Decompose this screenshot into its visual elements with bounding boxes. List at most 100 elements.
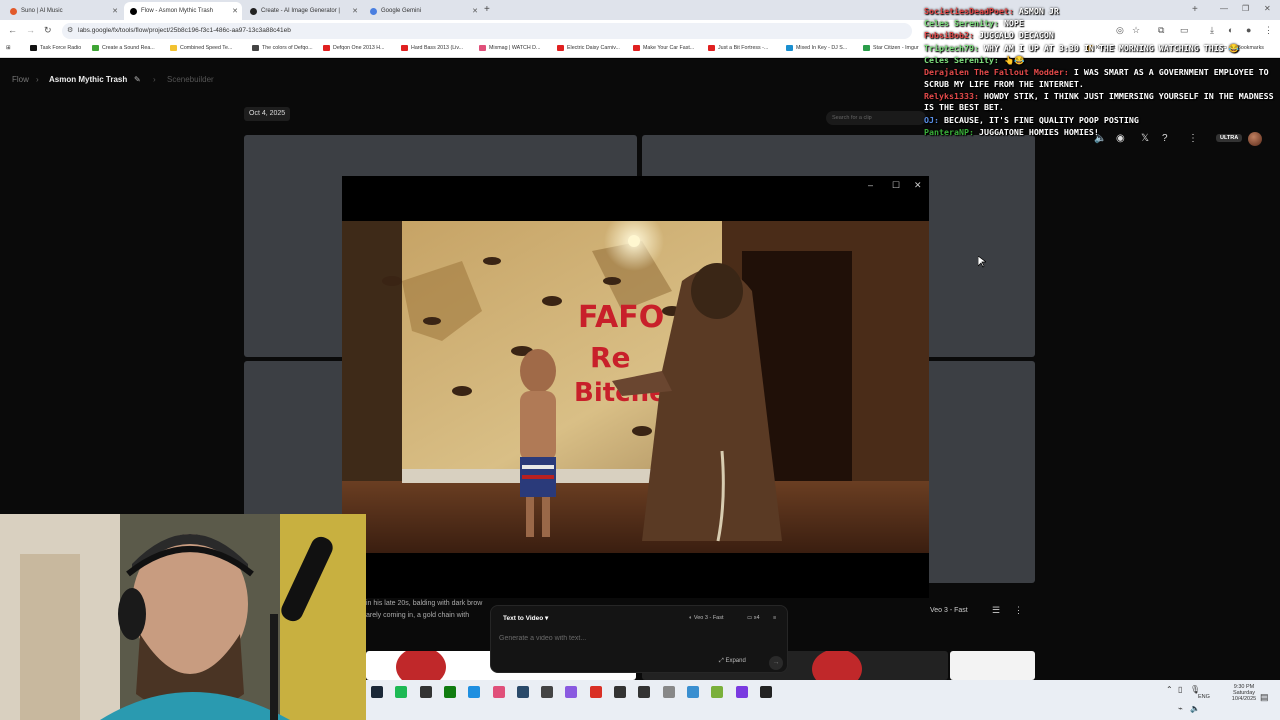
bookmark-label: Mixed In Key - DJ S... xyxy=(796,45,848,51)
bookmark-label: Electric Daisy Carniv... xyxy=(567,45,620,51)
maximize-icon[interactable]: ☐ xyxy=(892,180,900,191)
battery-icon[interactable]: ▯ xyxy=(1178,685,1182,694)
app-icon-3[interactable] xyxy=(419,686,432,698)
browser-tab[interactable]: Suno | AI Music ✕ xyxy=(4,2,122,20)
bookmark-item[interactable]: Electric Daisy Carniv... xyxy=(557,45,620,51)
close-icon[interactable]: ✕ xyxy=(112,7,118,15)
reload-icon[interactable]: ↻ xyxy=(44,25,52,36)
edge-icon[interactable] xyxy=(468,686,481,698)
close-icon[interactable]: ✕ xyxy=(232,7,238,15)
model-selector[interactable]: ◐ Veo 3 - Fast xyxy=(689,615,724,621)
mode-dropdown[interactable]: Text to Video ▾ xyxy=(503,614,548,622)
chat-message: Celes Serenity: Nope xyxy=(924,18,1276,30)
chat-text: Juggalo Decagon xyxy=(978,30,1054,41)
bookmark-item[interactable]: Mixed In Key - DJ S... xyxy=(786,45,847,51)
video-player-modal: – ☐ ✕ FAFO Re xyxy=(342,176,929,598)
bookmark-item[interactable]: Hard Bass 2013 (Liv... xyxy=(401,45,463,51)
language-indicator[interactable]: ENG xyxy=(1198,694,1210,700)
app-icon-6[interactable] xyxy=(492,686,505,698)
app-icon-14[interactable] xyxy=(686,686,699,698)
network-icon[interactable]: ⌁ xyxy=(1178,704,1183,713)
chat-message: SocietiesDeadPoet: Asmon Jr xyxy=(924,6,1276,18)
bookmark-item[interactable]: Mixmag | WATCH D... xyxy=(479,45,540,51)
tray-overflow-icon[interactable]: ⌃ xyxy=(1166,685,1173,694)
project-title[interactable]: Asmon Mythic Trash xyxy=(49,75,127,84)
bookmark-label: Task Force Radio xyxy=(40,45,82,51)
apps-icon[interactable]: ⊞ xyxy=(6,45,10,51)
spotify-icon[interactable] xyxy=(395,686,408,698)
app-icon-11[interactable] xyxy=(614,686,626,698)
chat-message: FubsiBob2: Juggalo Decagon xyxy=(924,30,1276,42)
bookmark-item[interactable]: Task Force Radio xyxy=(30,45,81,51)
clip-preview-figure xyxy=(812,651,862,680)
bookmark-favicon-icon xyxy=(170,45,177,51)
prompt-input[interactable] xyxy=(499,632,769,644)
steam-icon[interactable] xyxy=(371,686,383,698)
bookmark-label: Star Citizen - Imgur xyxy=(873,45,919,51)
app-icon-16[interactable] xyxy=(735,686,748,698)
tab-favicon-icon xyxy=(370,7,377,15)
output-count[interactable]: ▭ x4 xyxy=(747,615,760,621)
video-clip-thumbnail[interactable] xyxy=(950,651,1035,680)
browser-tab[interactable]: Create - AI Image Generator | ✕ xyxy=(244,2,362,20)
app-icon-7[interactable] xyxy=(516,686,529,698)
chat-text: Juggatone homies homies! xyxy=(978,126,1099,137)
chrome-icon[interactable] xyxy=(589,686,602,698)
bookmark-favicon-icon xyxy=(863,45,870,51)
list-view-icon[interactable]: ☰ xyxy=(992,605,1000,616)
app-icon-8[interactable] xyxy=(541,686,554,698)
send-arrow-icon[interactable]: → xyxy=(769,656,783,670)
bookmark-item[interactable]: Star Citizen - Imgur xyxy=(863,45,919,51)
chat-username: OJ: xyxy=(924,114,939,125)
edit-pencil-icon[interactable]: ✎ xyxy=(134,75,141,84)
notification-icon[interactable]: ▤ xyxy=(1260,692,1269,703)
app-icon-12[interactable] xyxy=(638,686,651,698)
bookmark-favicon-icon xyxy=(401,45,408,51)
bookmark-item[interactable]: Make Your Car Fast... xyxy=(633,45,694,51)
bookmark-item[interactable]: The colors of Defqo... xyxy=(252,45,313,51)
mouse-cursor-icon xyxy=(978,256,986,268)
close-icon[interactable]: ✕ xyxy=(914,180,922,191)
clip-search-input[interactable]: Search for a clip xyxy=(826,111,926,125)
bookmark-item[interactable]: Combined Speed Te... xyxy=(170,45,232,51)
bookmark-label: Just a Bit Fortress -... xyxy=(718,45,769,51)
browser-tab[interactable]: Google Gemini ✕ xyxy=(364,2,482,20)
settings-sliders-icon[interactable]: ≡ xyxy=(773,615,776,621)
back-icon[interactable]: ← xyxy=(8,25,17,35)
bookmark-item[interactable]: Just a Bit Fortress -... xyxy=(708,45,768,51)
chat-message: Triptech79: why am I up at 3:30 in the m… xyxy=(924,43,1276,55)
volume-icon[interactable]: 🔈 xyxy=(1190,704,1200,713)
app-icon-9[interactable] xyxy=(565,686,578,698)
app-icon-17[interactable] xyxy=(759,686,772,698)
close-icon[interactable]: ✕ xyxy=(472,7,478,15)
site-info-icon[interactable]: ⚙ xyxy=(67,23,73,39)
minimize-icon[interactable]: – xyxy=(868,180,873,190)
close-icon[interactable]: ✕ xyxy=(352,7,358,15)
breadcrumb-root[interactable]: Flow xyxy=(12,75,29,84)
app-icon-15[interactable] xyxy=(711,686,724,698)
chat-username: Celes Serenity: xyxy=(924,54,999,65)
url-field[interactable]: ⚙ labs.google/fx/tools/flow/project/25b8… xyxy=(62,23,912,39)
bookmark-favicon-icon xyxy=(557,45,564,51)
xbox-icon[interactable] xyxy=(443,686,456,698)
bookmark-item[interactable]: Defqon One 2013 H... xyxy=(323,45,385,51)
webcam-feed xyxy=(0,514,366,720)
breadcrumb-section[interactable]: Scenebuilder xyxy=(167,75,214,84)
mic-icon[interactable]: 🎙 xyxy=(1190,685,1200,694)
app-icon-13[interactable] xyxy=(662,686,675,698)
new-tab-icon[interactable]: + xyxy=(484,4,490,15)
expand-button[interactable]: ⤢ Expand xyxy=(719,658,746,665)
bookmark-label: Make Your Car Fast... xyxy=(643,45,695,51)
browser-tab-active[interactable]: Flow - Asmon Mythic Trash ✕ xyxy=(124,2,242,20)
chat-message: Relyks1333: Howdy stik, I think just imm… xyxy=(924,91,1276,114)
tab-favicon-icon xyxy=(130,7,137,15)
more-vert-icon[interactable]: ⋮ xyxy=(1014,605,1023,616)
wall-graffiti: Re xyxy=(590,341,631,374)
chat-username: SocietiesDeadPoet: xyxy=(924,6,1014,16)
video-frame[interactable]: FAFO Re Bitche xyxy=(342,221,929,553)
bookmark-favicon-icon xyxy=(786,45,793,51)
scene-illustration: FAFO Re Bitche xyxy=(342,221,929,553)
chat-username: Derajalen The Fallout Modder: xyxy=(924,66,1069,77)
forward-icon[interactable]: → xyxy=(26,25,35,35)
bookmark-item[interactable]: Create a Sound Rea... xyxy=(92,45,155,51)
